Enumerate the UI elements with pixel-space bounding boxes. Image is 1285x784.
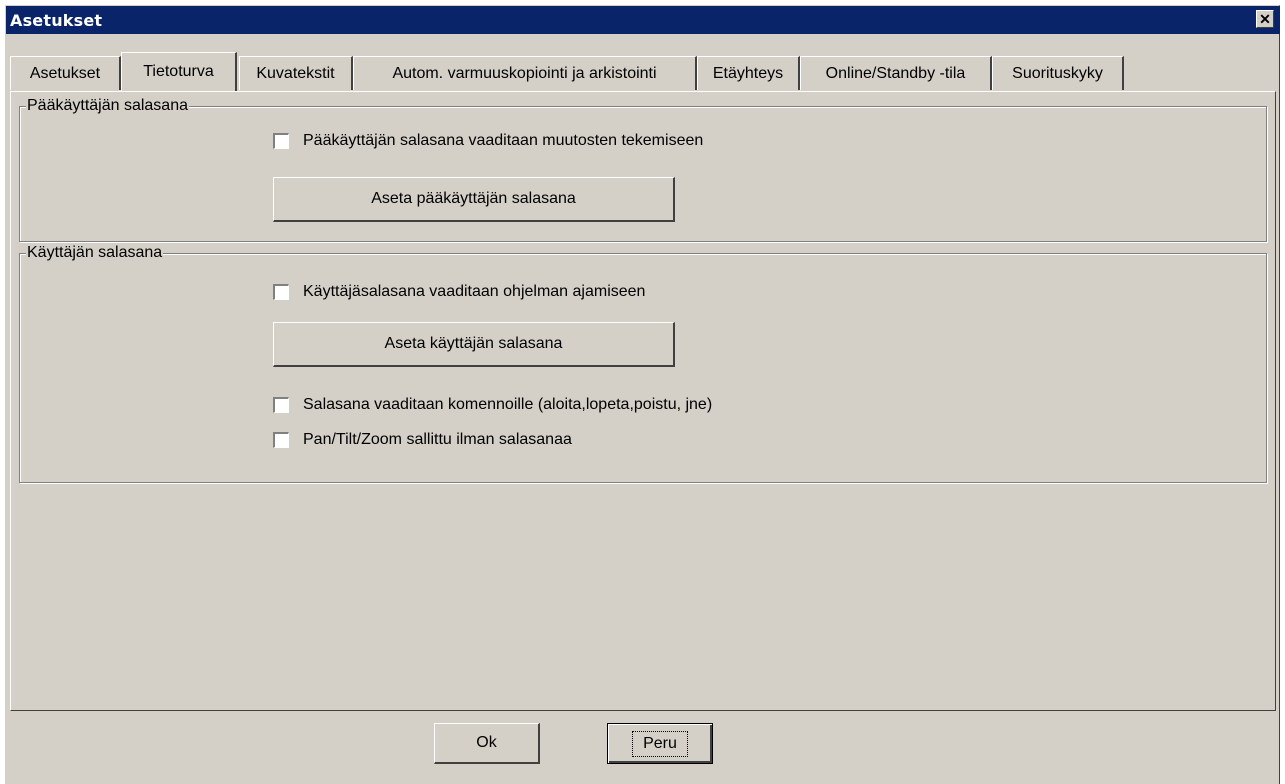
cancel-button[interactable]: Peru <box>607 723 713 764</box>
ptz-without-password-checkbox[interactable] <box>272 431 290 449</box>
title-bar[interactable]: Asetukset ✕ <box>6 6 1280 34</box>
tab-label: Asetukset <box>29 65 101 82</box>
set-admin-password-label: Aseta pääkäyttäjän salasana <box>371 190 576 207</box>
tab-asetukset[interactable]: Asetukset <box>10 56 121 90</box>
user-password-required-checkbox[interactable] <box>272 283 290 301</box>
ok-label: Ok <box>476 734 497 751</box>
user-password-required-row[interactable]: Käyttäjäsalasana vaaditaan ohjelman ajam… <box>272 282 646 302</box>
tab-tietoturva[interactable]: Tietoturva <box>121 52 237 91</box>
admin-password-required-label: Pääkäyttäjän salasana vaaditaan muutoste… <box>303 132 704 149</box>
cancel-label: Peru <box>632 730 688 757</box>
settings-dialog: Asetukset ✕ Asetukset Tietoturva Kuvatek… <box>5 5 1280 784</box>
tab-panel-tietoturva: Pääkäyttäjän salasana Pääkäyttäjän salas… <box>10 91 1276 711</box>
tab-kuvatekstit[interactable]: Kuvatekstit <box>239 56 353 90</box>
admin-password-legend: Pääkäyttäjän salasana <box>26 97 189 115</box>
commands-password-checkbox[interactable] <box>272 396 290 414</box>
commands-password-label: Salasana vaaditaan komennoille (aloita,l… <box>303 396 713 413</box>
ok-button[interactable]: Ok <box>434 723 540 764</box>
ptz-without-password-label: Pan/Tilt/Zoom sallittu ilman salasanaa <box>303 431 572 448</box>
tab-label: Suorituskyky <box>1012 65 1103 82</box>
user-password-legend: Käyttäjän salasana <box>26 244 164 262</box>
tab-varmuuskopiointi[interactable]: Autom. varmuuskopiointi ja arkistointi <box>353 56 697 90</box>
set-user-password-label: Aseta käyttäjän salasana <box>384 335 563 352</box>
user-password-required-label: Käyttäjäsalasana vaaditaan ohjelman ajam… <box>303 283 646 300</box>
tab-online-standby[interactable]: Online/Standby -tila <box>800 56 992 90</box>
window-title: Asetukset <box>10 11 103 30</box>
admin-password-required-row[interactable]: Pääkäyttäjän salasana vaaditaan muutoste… <box>272 131 704 151</box>
close-icon: ✕ <box>1259 11 1271 27</box>
tab-label: Tietoturva <box>143 63 214 80</box>
tab-label: Autom. varmuuskopiointi ja arkistointi <box>392 65 657 82</box>
admin-password-required-checkbox[interactable] <box>272 132 290 150</box>
commands-password-row[interactable]: Salasana vaaditaan komennoille (aloita,l… <box>272 395 713 415</box>
user-password-group: Käyttäjän salasana Käyttäjäsalasana vaad… <box>19 244 1267 483</box>
tab-etayhteys[interactable]: Etäyhteys <box>697 56 800 90</box>
set-admin-password-button[interactable]: Aseta pääkäyttäjän salasana <box>273 177 675 222</box>
tab-label: Kuvatekstit <box>256 65 335 82</box>
close-button[interactable]: ✕ <box>1256 10 1274 28</box>
tab-suorituskyky[interactable]: Suorituskyky <box>992 56 1124 90</box>
tab-label: Etäyhteys <box>712 65 784 82</box>
set-user-password-button[interactable]: Aseta käyttäjän salasana <box>273 322 675 367</box>
tab-label: Online/Standby -tila <box>825 65 966 82</box>
ptz-without-password-row[interactable]: Pan/Tilt/Zoom sallittu ilman salasanaa <box>272 430 572 450</box>
admin-password-group: Pääkäyttäjän salasana Pääkäyttäjän salas… <box>19 97 1267 242</box>
